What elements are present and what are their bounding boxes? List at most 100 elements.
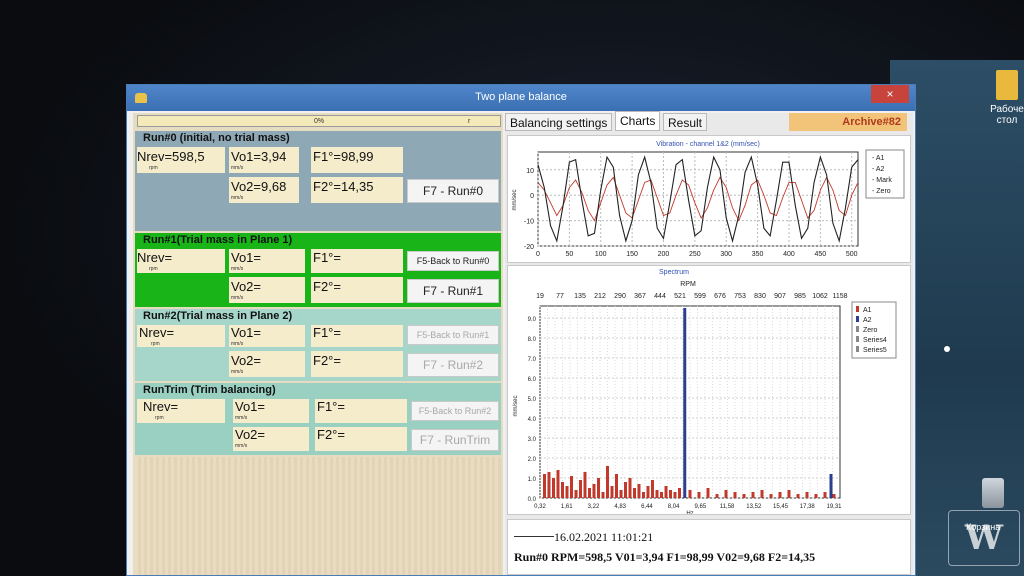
spectrum-bar-a1 [543, 474, 546, 498]
result-box: 16.02.2021 11:01:21 Run#0 RPM=598,5 V01=… [507, 519, 911, 575]
spectrum-bar-a1 [715, 494, 719, 498]
spectrum-bar-a1 [552, 478, 555, 498]
spectrum-top-tick: 290 [614, 293, 626, 300]
run1-vo1-label: Vo1= [231, 250, 262, 265]
spectrum-bar-a1 [610, 486, 614, 498]
spectrum-bar-a1 [619, 490, 623, 498]
spectrum-x-tick: 13,52 [746, 504, 762, 510]
desktop-folder-icon[interactable]: Рабоче стол [990, 70, 1024, 126]
spectrum-x-tick: 0,32 [534, 504, 546, 510]
run2-vo2-label: Vo2= [231, 353, 262, 368]
run1-vo2-label: Vo2= [231, 279, 262, 294]
spectrum-y-tick: 9.0 [528, 317, 537, 323]
spectrum-top-tick: 1062 [812, 293, 828, 300]
spectrum-bar-a1 [823, 492, 827, 498]
vibration-x-tick: 500 [846, 251, 858, 258]
run0-vo2-label: Vo2= [231, 179, 262, 194]
tab-result[interactable]: Result [663, 113, 708, 131]
runtrim-run-button[interactable]: F7 - RunTrim [411, 429, 499, 451]
run0-nrev-label: Nrev=598,5 [137, 149, 205, 164]
spectrum-bar-a1 [601, 492, 605, 498]
spectrum-legend-item: Zero [863, 327, 878, 334]
spectrum-bar-a1 [742, 494, 746, 498]
run2-vo1: Vo1= mm/s [231, 325, 262, 347]
result-date: 16.02.2021 11:01:21 [554, 530, 654, 544]
spectrum-chart: Spectrum RPM 19 77 135 212 290 367 444 521 599 676 7… [507, 265, 911, 517]
result-divider [514, 536, 554, 537]
run1-run-button[interactable]: F7 - Run#1 [407, 279, 499, 303]
run2-vo1-label: Vo1= [231, 325, 262, 340]
window-title: Two plane balance [475, 91, 567, 103]
run2-vo1-unit: mm/s [231, 341, 244, 347]
spectrum-bar-a1 [574, 490, 578, 498]
charts-panel: Balancing settings Charts Result Archive… [505, 111, 913, 575]
spectrum-top-tick: 830 [754, 293, 766, 300]
run0-vo1-unit: mm/s [231, 165, 244, 171]
vibration-x-tick: 150 [626, 251, 638, 258]
spectrum-bar-a1 [651, 480, 654, 498]
run1-vo2: Vo2= mm/s [231, 279, 262, 301]
run2-run-button[interactable]: F7 - Run#2 [407, 353, 499, 377]
spectrum-top-tick: 212 [594, 293, 606, 300]
spectrum-y-tick: 4.0 [528, 417, 537, 423]
progress-label: 0% [313, 118, 325, 125]
run0-run-button[interactable]: F7 - Run#0 [407, 179, 499, 203]
vibration-title: Vibration - channel 1&2 (mm/sec) [656, 141, 760, 148]
spectrum-y-tick: 8.0 [528, 337, 537, 343]
run1-nrev-unit: rpm [149, 266, 158, 272]
spectrum-top-tick: 985 [794, 293, 806, 300]
vibration-legend-item: - Mark [872, 177, 892, 184]
vibration-x-tick: 100 [595, 251, 607, 258]
spectrum-legend-item: A2 [863, 317, 872, 324]
spectrum-top-tick: 676 [714, 293, 726, 300]
spectrum-bar-a1 [579, 480, 582, 498]
runtrim-vo2-label: Vo2= [235, 427, 266, 442]
run0-vo2-unit: mm/s [231, 195, 244, 201]
close-button[interactable]: × [871, 85, 909, 103]
spectrum-bar-a1 [637, 484, 641, 498]
vibration-x-tick: 350 [752, 251, 764, 258]
spectrum-y-tick: 7.0 [528, 357, 537, 363]
vibration-x-tick: 400 [783, 251, 795, 258]
spectrum-top-tick: 907 [774, 293, 786, 300]
runtrim-back-button[interactable]: F5-Back to Run#2 [411, 401, 499, 421]
spectrum-chart-svg: Spectrum RPM 19 77 135 212 290 367 444 521 599 676 7… [513, 269, 897, 517]
spectrum-bar-a2 [683, 308, 687, 498]
spectrum-bar-a1 [706, 488, 710, 498]
runtrim-vo2: Vo2= mm/s [235, 427, 266, 449]
run1-header: Run#1(Trial mass in Plane 1) [143, 234, 293, 246]
run0-vo2-value: 9,68 [261, 179, 287, 194]
runs-panel: 0% r Run#0 (initial, no trial mass) Nrev… [133, 113, 503, 575]
run2-nrev: Nrev= rpm [139, 325, 174, 347]
spectrum-top-tick: 1158 [832, 293, 847, 300]
result-summary: Run#0 RPM=598,5 V01=3,94 F1=98,99 V02=9,… [514, 550, 816, 564]
vibration-x-tick: 200 [658, 251, 670, 258]
tab-charts[interactable]: Charts [615, 111, 661, 131]
spectrum-bar-a1 [606, 466, 609, 498]
title-bar[interactable]: Two plane balance × [127, 85, 915, 111]
spectrum-x-tick: 4,83 [614, 504, 626, 510]
recycle-bin-icon[interactable] [982, 478, 1004, 508]
spectrum-bar-a1 [660, 492, 663, 498]
spectrum-y-tick: 1.0 [528, 477, 537, 483]
progress-tick: r [468, 118, 471, 125]
spectrum-y-tick: 2.0 [528, 457, 537, 463]
spectrum-bar-a1 [628, 478, 632, 498]
spectrum-legend-item: Series4 [863, 337, 887, 344]
tab-balancing-settings[interactable]: Balancing settings [505, 113, 613, 131]
spectrum-bar-a1 [592, 484, 596, 498]
vibration-x-tick: 250 [689, 251, 701, 258]
spectrum-legend-swatch [856, 316, 859, 322]
run1-back-button[interactable]: F5-Back to Run#0 [407, 251, 499, 271]
run2-header: Run#2(Trial mass in Plane 2) [143, 310, 293, 322]
archive-label: Archive#82 [789, 113, 907, 131]
runtrim-f1: F1°= [317, 399, 345, 414]
spectrum-bar-a1 [565, 486, 569, 498]
spectrum-bar-a1 [733, 492, 737, 498]
spectrum-top-tick: 753 [734, 293, 746, 300]
vibration-plot-area [537, 151, 859, 247]
spectrum-bar-a1 [778, 492, 782, 498]
run2-back-button[interactable]: F5-Back to Run#1 [407, 325, 499, 345]
vibration-x-tick: 0 [536, 251, 540, 258]
run2-vo2: Vo2= mm/s [231, 353, 262, 375]
